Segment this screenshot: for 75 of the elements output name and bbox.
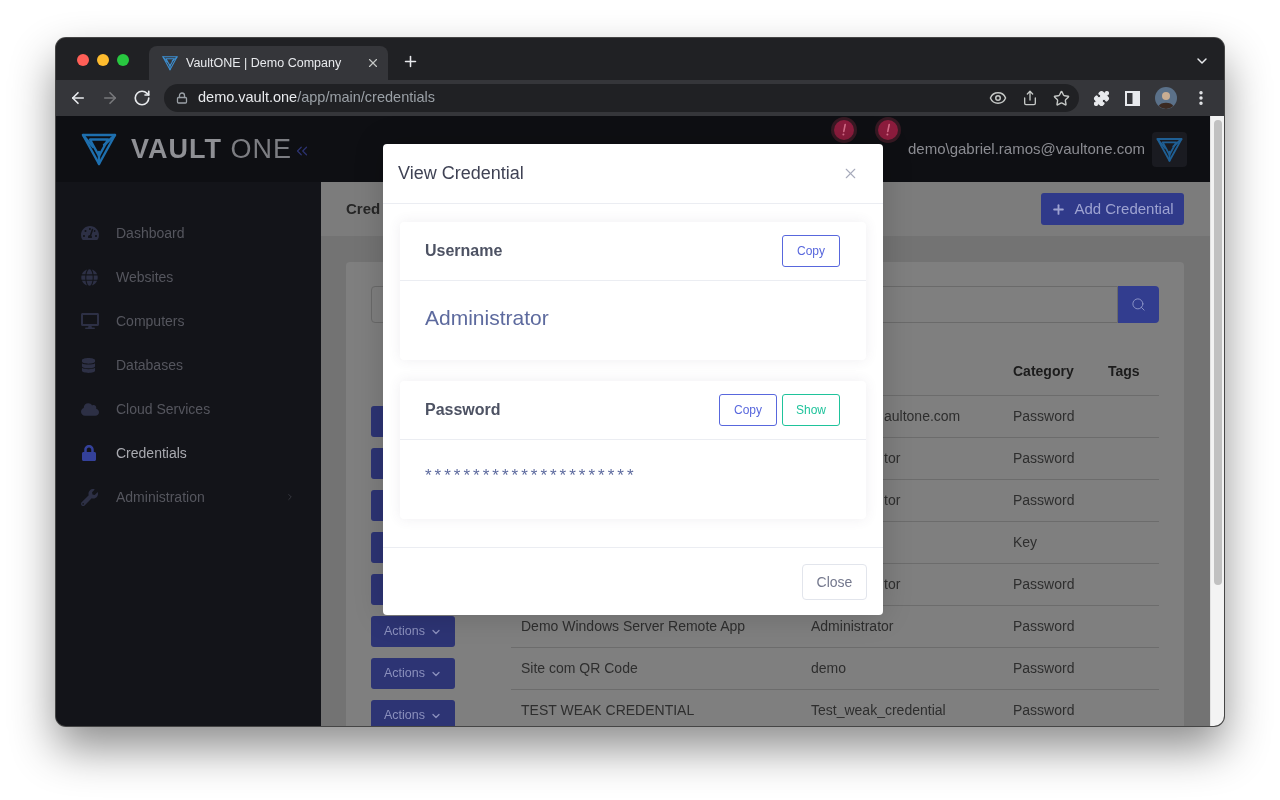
- table-cell: Key: [1013, 534, 1038, 550]
- table-cell: Demo Windows Server Remote App: [521, 618, 746, 634]
- reload-icon[interactable]: [133, 89, 151, 107]
- sidebar-item[interactable]: Websites: [56, 255, 321, 299]
- table-cell: tor: [884, 492, 901, 508]
- show-button[interactable]: Show: [782, 394, 840, 426]
- alert-icon[interactable]: [831, 117, 857, 143]
- close-icon[interactable]: [366, 56, 380, 70]
- copy-button[interactable]: Copy: [719, 394, 777, 426]
- table-cell: tor: [884, 450, 901, 466]
- page-title: Cred: [346, 198, 381, 219]
- side-panel-icon[interactable]: [1125, 90, 1140, 106]
- eye-icon[interactable]: [989, 89, 1007, 107]
- field-value: Administrator: [425, 305, 549, 331]
- actions-button[interactable]: Actions: [371, 616, 455, 647]
- table-cell: Password: [1013, 618, 1075, 634]
- lock-icon: [81, 445, 97, 461]
- table-cell: Password: [1013, 492, 1075, 508]
- logo-text: VAULT ONE: [131, 132, 292, 166]
- avatar-icon[interactable]: [1155, 87, 1177, 109]
- column-header: Category: [1013, 363, 1074, 379]
- sidebar-item[interactable]: Cloud Services: [56, 387, 321, 431]
- gauge-icon: [81, 224, 99, 242]
- field-label: Username: [425, 241, 503, 261]
- sidebar-item[interactable]: Administration: [56, 475, 321, 519]
- wrench-icon: [81, 488, 98, 506]
- tab-title: VaultONE | Demo Company: [186, 54, 342, 72]
- monitor-icon: [81, 312, 99, 330]
- field-label: Password: [425, 400, 501, 420]
- browser-tab[interactable]: VaultONE | Demo Company: [149, 46, 388, 80]
- search-icon: [1131, 297, 1146, 312]
- table-cell: Password: [1013, 660, 1075, 676]
- lock-icon[interactable]: [176, 92, 188, 104]
- address-bar[interactable]: demo.vault.one/app/main/credentials: [164, 84, 1079, 112]
- table-cell: Test_weak_credential: [811, 702, 946, 718]
- user-name[interactable]: demo\gabriel.ramos@vaultone.com: [908, 137, 1145, 161]
- table-cell: TEST WEAK CREDENTIAL: [521, 702, 695, 718]
- table-cell: Administrator: [811, 618, 894, 634]
- sidebar-item[interactable]: Computers: [56, 299, 321, 343]
- database-icon: [81, 357, 96, 373]
- sidebar-item[interactable]: Credentials: [56, 431, 321, 475]
- plus-icon[interactable]: [402, 53, 419, 70]
- sidebar-item[interactable]: Databases: [56, 343, 321, 387]
- zoom-window-button[interactable]: [117, 54, 129, 66]
- dialog-title: View Credential: [398, 162, 524, 185]
- minimize-window-button[interactable]: [97, 54, 109, 66]
- actions-button[interactable]: Actions: [371, 700, 455, 726]
- table-cell: Site com QR Code: [521, 660, 638, 676]
- globe-icon: [81, 268, 98, 286]
- column-header: Tags: [1108, 363, 1140, 379]
- table-cell: Password: [1013, 450, 1075, 466]
- scrollbar-thumb[interactable]: [1213, 120, 1222, 585]
- actions-button[interactable]: Actions: [371, 658, 455, 689]
- logo-icon[interactable]: [1152, 131, 1187, 167]
- star-icon[interactable]: [1053, 89, 1070, 107]
- close-window-button[interactable]: [77, 54, 89, 66]
- table-cell: tor: [884, 576, 901, 592]
- table-cell: Password: [1013, 576, 1075, 592]
- add-credential-button[interactable]: Add Credential: [1041, 193, 1184, 225]
- table-cell: demo: [811, 660, 847, 676]
- url-text[interactable]: demo.vault.one/app/main/credentials: [198, 87, 435, 109]
- logo-icon: [162, 55, 178, 71]
- table-cell: Password: [1013, 408, 1075, 424]
- table-cell: Password: [1013, 702, 1075, 718]
- close-button[interactable]: Close: [802, 564, 867, 600]
- logo-icon: [81, 131, 117, 167]
- plus-icon: [1051, 201, 1067, 217]
- chevron-right-icon: [285, 492, 295, 502]
- sidebar-item[interactable]: Dashboard: [56, 211, 321, 255]
- puzzle-icon[interactable]: [1093, 89, 1110, 107]
- copy-button[interactable]: Copy: [782, 235, 840, 267]
- table-cell: aultone.com: [884, 408, 961, 424]
- field-value: **********************: [425, 466, 637, 486]
- alert-icon[interactable]: [875, 117, 901, 143]
- share-icon[interactable]: [1022, 90, 1038, 106]
